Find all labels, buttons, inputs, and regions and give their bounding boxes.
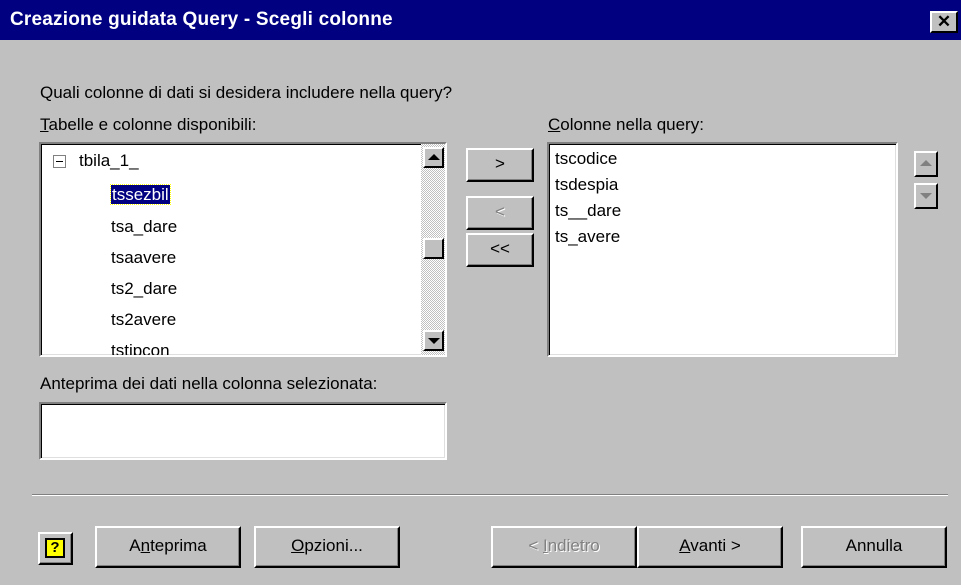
close-icon: ✕ (936, 12, 952, 31)
scroll-down-button[interactable] (423, 330, 444, 351)
help-icon: ? (45, 538, 65, 558)
window-title: Creazione guidata Query - Scegli colonne (10, 9, 393, 30)
arrow-up-icon (920, 160, 932, 166)
available-columns-tree[interactable]: tbila_1_ tssezbil tsa_dare tsaavere ts2_… (39, 142, 447, 357)
list-item[interactable]: ts__dare (555, 201, 621, 221)
list-item[interactable]: tsdespia (555, 175, 618, 195)
next-button[interactable]: Avanti > (637, 526, 783, 568)
arrow-down-icon (428, 338, 440, 344)
back-button[interactable]: < Indietro (491, 526, 637, 568)
move-up-button[interactable] (914, 151, 938, 177)
tree-column-item[interactable]: tstipcon (111, 341, 170, 355)
remove-column-button[interactable]: < (466, 196, 534, 230)
tree-column-item[interactable]: tsaavere (111, 248, 176, 268)
prompt-text: Quali colonne di dati si desidera includ… (40, 83, 453, 102)
list-item[interactable]: ts_avere (555, 227, 620, 247)
cancel-button[interactable]: Annulla (801, 526, 947, 568)
tree-column-item[interactable]: ts2_dare (111, 279, 177, 299)
tree-table-node[interactable]: tbila_1_ (79, 151, 139, 171)
scroll-up-button[interactable] (423, 147, 444, 168)
tree-column-item[interactable]: ts2avere (111, 310, 176, 330)
scroll-thumb[interactable] (423, 238, 444, 259)
preview-button[interactable]: Anteprima (95, 526, 241, 568)
available-columns-label: Tabelle e colonne disponibili: (40, 115, 257, 134)
move-down-button[interactable] (914, 183, 938, 209)
remove-all-columns-button[interactable]: << (466, 233, 534, 267)
query-columns-label: Colonne nella query: (548, 115, 704, 134)
preview-box (39, 402, 447, 460)
add-column-button[interactable]: > (466, 148, 534, 182)
close-button[interactable]: ✕ (930, 11, 958, 33)
options-button[interactable]: Opzioni... (254, 526, 400, 568)
tree-column-item[interactable]: tssezbil (110, 184, 171, 205)
minus-box-icon[interactable] (53, 155, 66, 168)
arrow-up-icon (428, 154, 440, 160)
preview-label: Anteprima dei dati nella colonna selezio… (40, 374, 378, 393)
list-item[interactable]: tscodice (555, 149, 617, 169)
query-columns-list[interactable]: tscodice tsdespia ts__dare ts_avere (547, 142, 898, 357)
separator (32, 494, 948, 496)
help-button[interactable]: ? (38, 532, 73, 565)
title-bar: Creazione guidata Query - Scegli colonne… (0, 0, 961, 40)
tree-column-item[interactable]: tsa_dare (111, 217, 177, 237)
arrow-down-icon (920, 193, 932, 199)
